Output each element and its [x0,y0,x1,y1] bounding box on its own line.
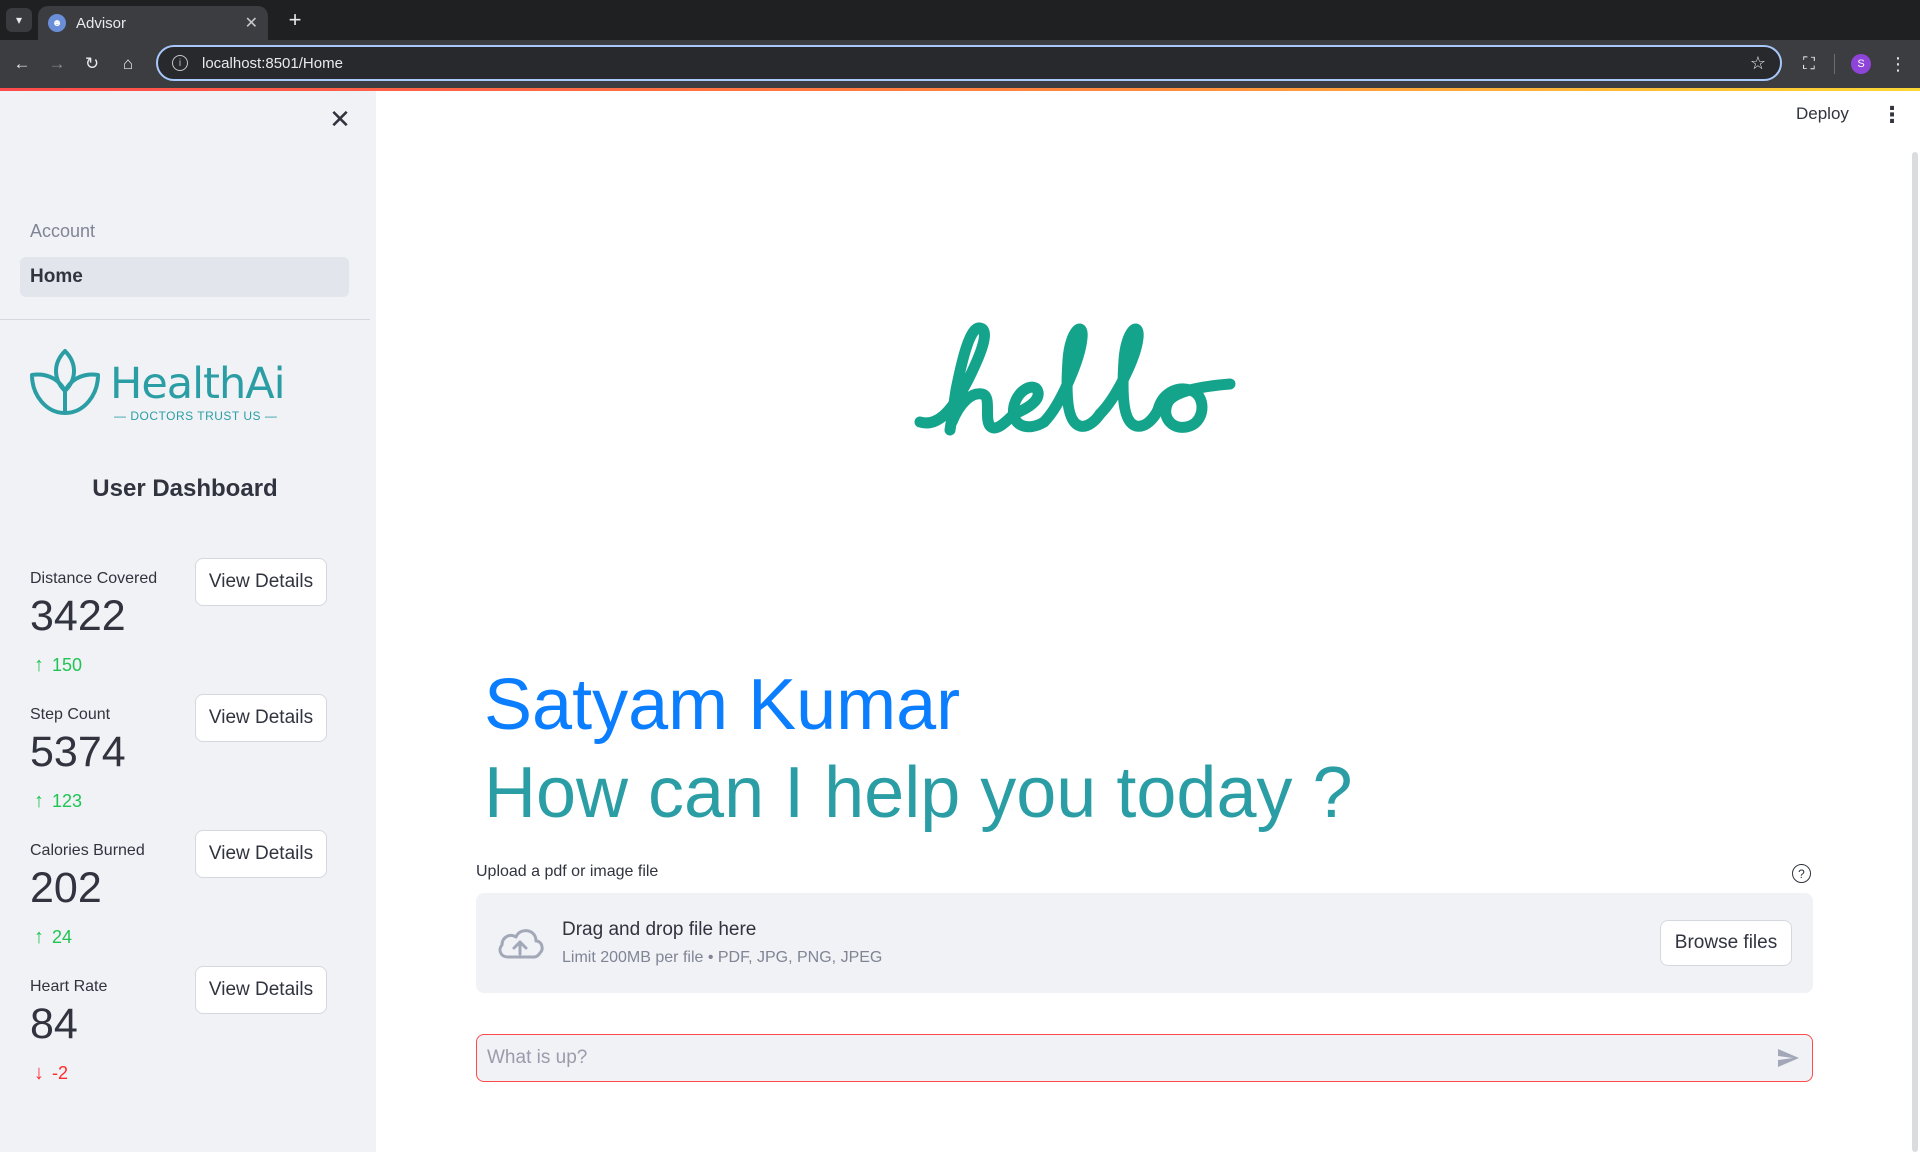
metric-delta-value: 150 [52,655,83,675]
metric-label: Step Count [30,706,111,723]
metric-distance-covered: Distance Covered 3422 ↑ 150 View Details [30,558,350,700]
metric-heart-rate: Heart Rate 84 ↓ -2 View Details [30,966,350,1108]
cloud-upload-icon [498,929,544,959]
arrow-up-icon: ↑ [34,926,44,948]
sidebar-item-label: Home [30,266,83,287]
browse-files-button[interactable]: Browse files [1660,920,1792,966]
main-scrollbar[interactable] [1912,152,1918,1152]
help-prompt-heading: How can I help you today ? [484,753,1353,833]
bookmark-star-icon[interactable]: ☆ [1750,53,1766,74]
arrow-down-icon: ↓ [34,1062,44,1084]
file-dropzone[interactable]: Drag and drop file here Limit 200MB per … [476,893,1813,993]
metric-value: 84 [30,1000,78,1048]
view-details-button[interactable]: View Details [195,694,327,742]
profile-avatar[interactable]: S [1851,54,1871,74]
sidebar: ✕ Account Home HealthAi — DOCTORS TRUST … [0,91,376,1152]
metric-label: Distance Covered [30,570,158,587]
metric-delta: ↑ 123 [34,790,82,813]
logo-wordmark: HealthAi [110,359,286,409]
address-url: localhost:8501/Home [202,54,343,72]
view-details-button[interactable]: View Details [195,966,327,1014]
deploy-button[interactable]: Deploy [1796,104,1849,124]
metric-delta-value: 24 [52,927,73,947]
send-arrow-icon [1778,1049,1799,1067]
arrow-up-icon: ↑ [34,654,44,676]
metric-delta-value: 123 [52,791,83,811]
dropzone-title: Drag and drop file here [562,919,757,940]
reload-icon[interactable]: ↻ [80,52,104,76]
send-icon[interactable] [1774,1044,1802,1072]
metric-label: Heart Rate [30,978,108,995]
sidebar-close-icon[interactable]: ✕ [326,104,354,134]
dashboard-title: User Dashboard [92,475,278,502]
healthai-logo: HealthAi — DOCTORS TRUST US — [28,347,288,427]
browser-menu-icon[interactable]: ⋮ [1886,52,1910,76]
home-icon[interactable]: ⌂ [116,52,140,76]
metric-delta-value: -2 [52,1063,69,1083]
chat-input-container [476,1034,1813,1082]
metric-value: 202 [30,864,102,912]
logo-tagline: — DOCTORS TRUST US — [114,409,278,423]
address-bar[interactable]: i localhost:8501/Home ☆ [156,45,1782,81]
metric-delta: ↓ -2 [34,1062,68,1085]
new-tab-plus-icon[interactable]: + [282,7,308,32]
tab-title: Advisor [76,14,127,32]
sidebar-divider [0,319,370,320]
sidebar-section-account: Account [30,221,96,241]
user-name-heading: Satyam Kumar [484,665,961,745]
forward-arrow-icon[interactable]: → [45,52,69,76]
metric-delta: ↑ 150 [34,654,82,677]
metric-value: 5374 [30,728,126,776]
browser-toolbar: ← → ↻ ⌂ i localhost:8501/Home ☆ ⛶ [0,40,1920,88]
browser-tab-bar: ▾ ☻ Advisor ✕ + [0,0,1920,40]
metric-delta: ↑ 24 [34,926,72,949]
metric-label: Calories Burned [30,842,145,859]
dropzone-limits: Limit 200MB per file • PDF, JPG, PNG, JP… [562,949,883,966]
chat-input[interactable] [487,1047,1774,1069]
view-details-button[interactable]: View Details [195,558,327,606]
tab-close-icon[interactable]: ✕ [245,13,258,33]
help-tooltip-icon[interactable]: ? [1792,864,1811,883]
view-details-button[interactable]: View Details [195,830,327,878]
metric-value: 3422 [30,592,126,640]
uploader-label: Upload a pdf or image file [476,863,659,880]
arrow-up-icon: ↑ [34,790,44,812]
toolbar-separator [1834,54,1835,74]
sidebar-item-home[interactable]: Home [20,257,349,297]
lotus-logo-icon [30,349,100,415]
metric-step-count: Step Count 5374 ↑ 123 View Details [30,694,350,836]
advisor-favicon-icon: ☻ [48,14,66,32]
extensions-puzzle-icon[interactable]: ⛶ [1797,52,1821,76]
tab-search-chevron-icon[interactable]: ▾ [6,8,32,32]
browser-tab-advisor[interactable]: ☻ Advisor ✕ [38,6,268,40]
hello-lettering-image [914,322,1236,436]
metric-calories-burned: Calories Burned 202 ↑ 24 View Details [30,830,350,972]
main-menu-icon[interactable]: ⋮ [1881,102,1903,128]
back-arrow-icon[interactable]: ← [10,52,34,76]
site-info-icon[interactable]: i [172,55,188,71]
